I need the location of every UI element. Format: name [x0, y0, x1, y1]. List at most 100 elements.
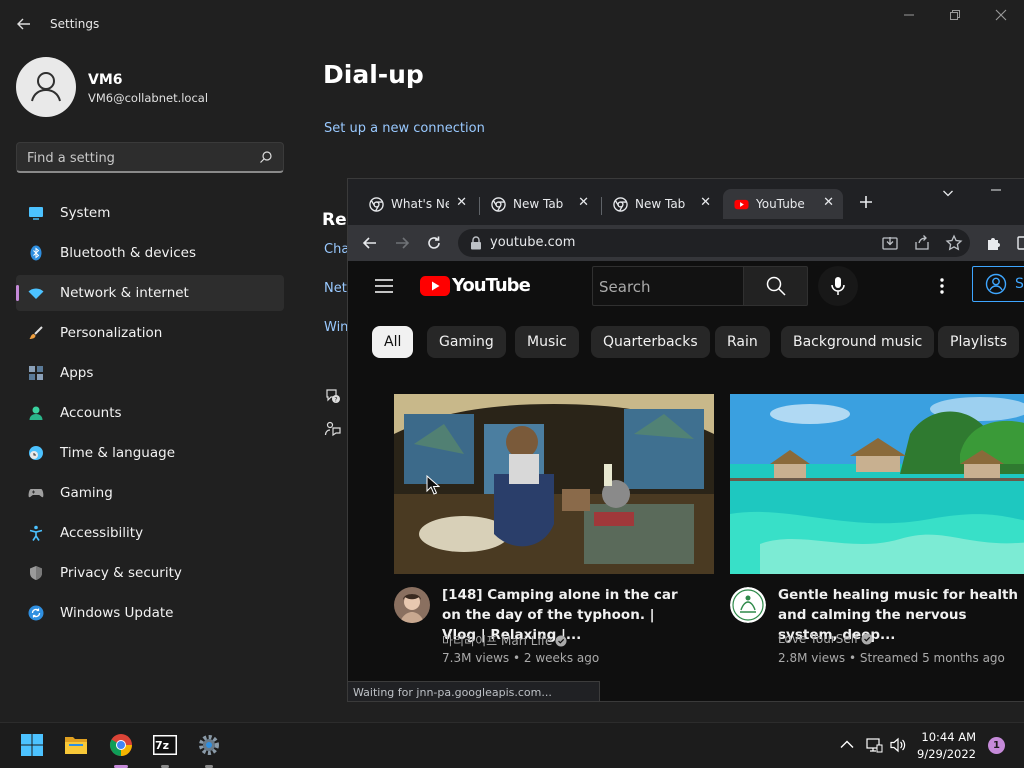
setup-connection-link[interactable]: Set up a new connection — [324, 121, 485, 136]
browser-toolbar: youtube.com — [348, 225, 1024, 261]
close-icon — [995, 9, 1007, 21]
feedback-icon[interactable] — [324, 420, 342, 438]
chip-gaming[interactable]: Gaming — [427, 326, 506, 358]
url-text[interactable]: youtube.com — [490, 235, 575, 250]
tab-title: New Tab — [635, 197, 686, 211]
7zip-taskbar-button[interactable]: 7z — [149, 729, 181, 768]
profile-email: VM6@collabnet.local — [88, 91, 209, 105]
tab-whats-new[interactable]: What's New ✕ — [358, 189, 476, 219]
close-tab-button[interactable]: ✕ — [700, 195, 711, 211]
chip-quarterbacks[interactable]: Quarterbacks — [591, 326, 710, 358]
nav-item-system[interactable]: System — [16, 195, 284, 231]
clock-time[interactable]: 10:44 AM — [921, 730, 976, 744]
tab-new-tab-1[interactable]: New Tab ✕ — [480, 189, 598, 219]
wifi-icon — [28, 288, 44, 299]
lotus-meditation-icon — [730, 587, 766, 623]
channel-avatar[interactable] — [394, 587, 430, 623]
sign-in-button[interactable]: S — [972, 266, 1024, 302]
more-vertical-icon[interactable] — [932, 276, 952, 296]
volume-icon[interactable] — [889, 736, 907, 754]
nav-item-network[interactable]: Network & internet — [16, 275, 284, 311]
close-tab-button[interactable]: ✕ — [823, 195, 834, 211]
video-thumbnail[interactable] — [730, 394, 1024, 574]
channel-name-text[interactable]: 마리라이프 Mari Life — [442, 634, 552, 648]
back-button[interactable] — [14, 14, 34, 34]
youtube-search-button[interactable] — [743, 266, 808, 306]
profile-avatar[interactable] — [16, 57, 76, 117]
network-wired-icon[interactable] — [865, 736, 883, 754]
video-thumbnail[interactable] — [394, 394, 714, 574]
chip-all[interactable]: All — [372, 326, 414, 358]
nav-item-accounts[interactable]: Accounts — [16, 395, 284, 431]
new-tab-button[interactable] — [856, 193, 876, 213]
reload-icon[interactable] — [425, 234, 443, 252]
forward-arrow-icon[interactable] — [393, 234, 411, 252]
nav-item-personalization[interactable]: Personalization — [16, 315, 284, 351]
start-button[interactable] — [16, 729, 48, 761]
extensions-icon[interactable] — [985, 234, 1003, 252]
close-tab-button[interactable]: ✕ — [578, 195, 589, 211]
file-explorer-button[interactable] — [60, 729, 92, 761]
tab-youtube[interactable]: YouTube ✕ — [723, 189, 843, 219]
nav-item-gaming[interactable]: Gaming — [16, 475, 284, 511]
find-setting-box[interactable] — [16, 142, 284, 173]
chip-background-music[interactable]: Background music — [781, 326, 935, 358]
related-link-windows[interactable]: Win — [324, 320, 348, 335]
notification-badge[interactable]: 1 — [988, 737, 1005, 754]
taskbar: 7z 10:44 AM 9/29/2022 1 — [0, 722, 1024, 768]
settings-taskbar-button[interactable] — [193, 729, 225, 768]
close-tab-button[interactable]: ✕ — [456, 195, 467, 211]
install-app-icon[interactable] — [881, 234, 899, 252]
nav-item-time-language[interactable]: Time & language — [16, 435, 284, 471]
profile-name: VM6 — [88, 72, 123, 88]
channel-avatar[interactable] — [730, 587, 766, 623]
search-icon[interactable] — [259, 150, 273, 164]
maximize-button[interactable] — [940, 8, 970, 26]
account-circle-icon — [985, 273, 1007, 295]
lock-icon[interactable] — [470, 236, 482, 250]
chrome-minimize-button[interactable] — [990, 184, 1002, 199]
channel-name-text[interactable]: Love YourSelf — [778, 632, 858, 646]
chevron-down-icon — [943, 190, 953, 197]
voice-search-button[interactable] — [818, 266, 858, 306]
address-bar[interactable]: youtube.com — [458, 229, 970, 257]
youtube-logo[interactable]: YouTube — [420, 275, 531, 297]
channel-name[interactable]: Love YourSelf — [778, 632, 873, 646]
youtube-search-input[interactable] — [599, 277, 739, 297]
view-count: 2.8M views — [778, 651, 846, 665]
nav-item-privacy[interactable]: Privacy & security — [16, 555, 284, 591]
nav-item-windows-update[interactable]: Windows Update — [16, 595, 284, 631]
youtube-header: YouTube S — [348, 261, 1024, 311]
get-help-icon[interactable]: ? — [324, 387, 342, 405]
youtube-search-box[interactable] — [592, 266, 744, 306]
nav-item-apps[interactable]: Apps — [16, 355, 284, 391]
nav-item-bluetooth[interactable]: Bluetooth & devices — [16, 235, 284, 271]
channel-avatar-image — [394, 587, 430, 623]
tab-strip: What's New ✕ New Tab ✕ New Tab ✕ YouTube… — [348, 179, 1024, 225]
chevron-up-icon[interactable] — [838, 736, 856, 754]
share-icon[interactable] — [913, 234, 931, 252]
menu-icon[interactable] — [374, 278, 394, 294]
chip-playlists[interactable]: Playlists — [938, 326, 1020, 358]
tab-new-tab-2[interactable]: New Tab ✕ — [602, 189, 720, 219]
back-arrow-icon[interactable] — [361, 234, 379, 252]
related-link-change-adapter[interactable]: Cha — [324, 242, 349, 257]
find-setting-input[interactable] — [27, 149, 247, 167]
nav-label: Accessibility — [60, 525, 144, 541]
upload-age: 2 weeks ago — [523, 651, 600, 665]
chip-music[interactable]: Music — [515, 326, 579, 358]
minimize-button[interactable] — [894, 8, 924, 26]
channel-name[interactable]: 마리라이프 Mari Life — [442, 632, 567, 649]
nav-label: Time & language — [60, 445, 176, 461]
close-window-button[interactable] — [986, 8, 1016, 26]
nav-item-accessibility[interactable]: Accessibility — [16, 515, 284, 551]
bookmark-star-icon[interactable] — [945, 234, 963, 252]
clock-date[interactable]: 9/29/2022 — [917, 747, 976, 761]
chip-rain[interactable]: Rain — [715, 326, 770, 358]
video-meta: 7.3M views • 2 weeks ago — [442, 651, 599, 665]
tab-search-button[interactable] — [942, 187, 954, 202]
side-panel-icon[interactable] — [1016, 234, 1024, 252]
chrome-taskbar-button[interactable] — [105, 729, 137, 768]
chrome-window: What's New ✕ New Tab ✕ New Tab ✕ YouTube… — [347, 178, 1024, 702]
svg-text:?: ? — [334, 397, 337, 404]
